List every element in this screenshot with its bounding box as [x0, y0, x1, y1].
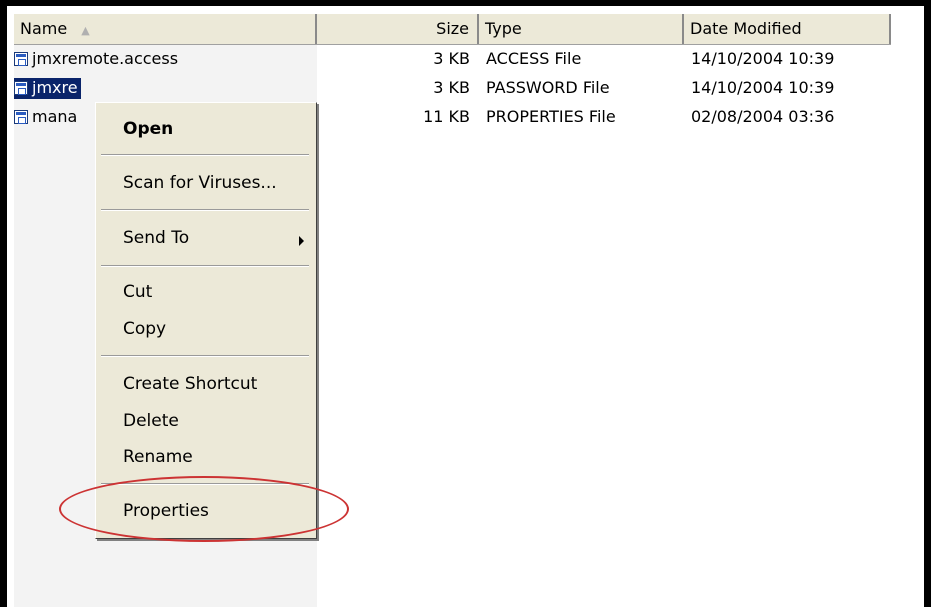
file-size: 3 KB — [433, 49, 470, 68]
file-type: PROPERTIES File — [486, 107, 616, 126]
menu-item-create-shortcut[interactable]: Create Shortcut — [123, 369, 257, 399]
frame-border-left — [0, 0, 7, 607]
menu-item-scan-for-viruses[interactable]: Scan for Viruses... — [123, 168, 277, 198]
menu-item-open[interactable]: Open — [123, 114, 173, 144]
menu-item-delete[interactable]: Delete — [123, 406, 179, 436]
column-header-date-modified[interactable]: Date Modified — [684, 14, 891, 44]
column-header-name[interactable]: Name ▲ — [14, 14, 317, 44]
config-file-icon — [14, 52, 28, 66]
file-date-modified: 14/10/2004 10:39 — [691, 49, 835, 68]
properties-highlight-ellipse — [59, 476, 349, 542]
menu-item-send-to[interactable]: Send To — [123, 223, 189, 253]
menu-item-cut[interactable]: Cut — [123, 277, 152, 307]
file-name: jmxre — [32, 78, 78, 97]
menu-item-rename[interactable]: Rename — [123, 442, 193, 472]
file-row-selected[interactable]: jmxre 3 KB PASSWORD File 14/10/2004 10:3… — [14, 74, 891, 102]
column-header: Name ▲ Size Type Date Modified — [14, 14, 891, 45]
menu-separator — [101, 265, 309, 267]
frame-border-top — [0, 0, 931, 6]
menu-item-copy[interactable]: Copy — [123, 314, 166, 344]
file-row[interactable]: jmxremote.access 3 KB ACCESS File 14/10/… — [14, 45, 891, 73]
menu-separator — [101, 154, 309, 156]
frame-border-right — [924, 0, 931, 607]
column-header-size[interactable]: Size — [317, 14, 479, 44]
file-size: 3 KB — [433, 78, 470, 97]
sort-ascending-icon: ▲ — [81, 24, 90, 37]
menu-separator — [101, 209, 309, 211]
file-type: ACCESS File — [486, 49, 582, 68]
file-size: 11 KB — [423, 107, 470, 126]
file-date-modified: 14/10/2004 10:39 — [691, 78, 835, 97]
menu-separator — [101, 355, 309, 357]
file-date-modified: 02/08/2004 03:36 — [691, 107, 835, 126]
column-header-type[interactable]: Type — [479, 14, 684, 44]
file-type: PASSWORD File — [486, 78, 610, 97]
file-name: mana — [32, 107, 78, 126]
column-header-name-label: Name — [20, 19, 68, 38]
config-file-icon — [14, 110, 28, 124]
config-file-icon — [14, 81, 28, 95]
file-name-cell[interactable]: jmxremote.access — [14, 45, 314, 73]
context-menu: Open Scan for Viruses... Send To Cut Cop… — [95, 102, 317, 539]
file-name: jmxremote.access — [32, 49, 179, 68]
file-name-cell[interactable]: jmxre — [14, 74, 314, 102]
chevron-right-icon — [299, 236, 304, 246]
